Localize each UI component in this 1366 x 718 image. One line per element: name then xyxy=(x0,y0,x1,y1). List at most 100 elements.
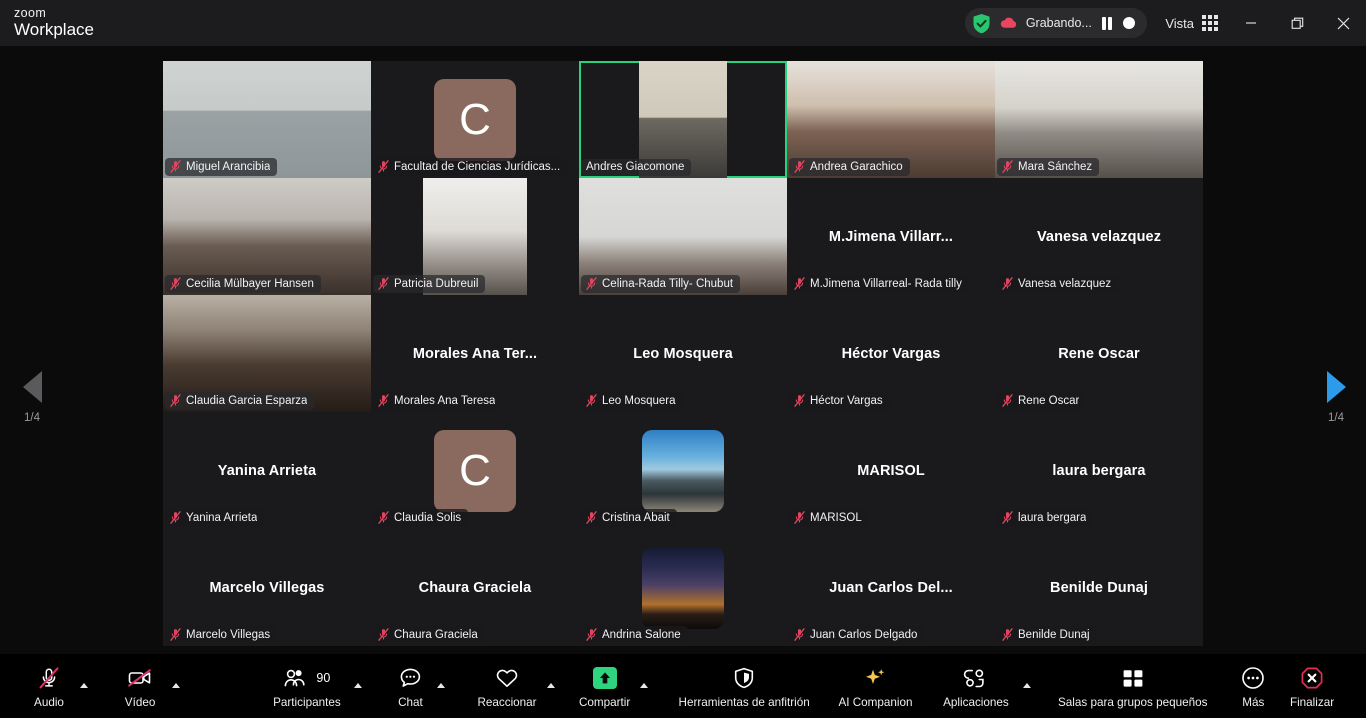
participant-name: Andres Giacomone xyxy=(586,161,685,173)
react-options-button[interactable] xyxy=(541,658,561,714)
mic-muted-icon xyxy=(586,628,597,641)
chat-options-button[interactable] xyxy=(431,658,451,714)
share-label: Compartir xyxy=(578,695,631,709)
participant-tile[interactable]: Cecilia Mülbayer Hansen xyxy=(163,178,371,295)
participant-tile[interactable]: Vanesa velazquez Vanesa velazquez xyxy=(995,178,1203,295)
apps-options-button[interactable] xyxy=(1017,658,1037,714)
participant-tile[interactable]: Juan Carlos Del... Juan Carlos Delgado xyxy=(787,529,995,646)
previous-page-button[interactable]: 1/4 xyxy=(2,371,62,424)
end-meeting-button[interactable]: Finalizar xyxy=(1280,658,1344,714)
share-options-button[interactable] xyxy=(634,658,654,714)
audio-button[interactable]: Audio xyxy=(24,658,74,714)
participant-tile[interactable]: Andres Giacomone xyxy=(579,61,787,178)
breakout-icon-row xyxy=(1120,664,1146,692)
breakout-rooms-button[interactable]: Salas para grupos pequeños xyxy=(1051,658,1215,714)
participant-tile[interactable]: Andrea Garachico xyxy=(787,61,995,178)
apps-button[interactable]: Aplicaciones xyxy=(935,658,1016,714)
chat-button[interactable]: Chat xyxy=(390,658,431,714)
mic-muted-icon xyxy=(794,394,805,407)
participant-tile[interactable]: Morales Ana Ter... Morales Ana Teresa xyxy=(371,295,579,412)
view-label: Vista xyxy=(1165,15,1194,31)
participant-big-name: Chaura Graciela xyxy=(418,579,532,596)
participants-options-button[interactable] xyxy=(348,658,368,714)
participant-name-chip: Vanesa velazquez xyxy=(997,275,1119,293)
participant-tile[interactable]: C Facultad de Ciencias Jurídicas... xyxy=(371,61,579,178)
up-arrow-icon xyxy=(599,671,610,683)
participants-caret-row xyxy=(353,672,362,700)
minimize-button[interactable] xyxy=(1228,0,1274,46)
breakout-rooms-icon xyxy=(1123,669,1143,687)
video-button[interactable]: Vídeo xyxy=(114,658,166,714)
zoom-workplace-logo: zoom Workplace xyxy=(14,7,94,39)
participant-tile[interactable]: Leo Mosquera Leo Mosquera xyxy=(579,295,787,412)
participant-tile[interactable]: Marcelo Villegas Marcelo Villegas xyxy=(163,529,371,646)
avatar-initial: C xyxy=(459,94,491,144)
participant-tile[interactable]: MARISOL MARISOL xyxy=(787,412,995,529)
more-label: Más xyxy=(1242,695,1265,709)
participant-name-chip: Juan Carlos Delgado xyxy=(789,626,925,644)
participant-tile[interactable]: laura bergara laura bergara xyxy=(995,412,1203,529)
host-tools-label: Herramientas de anfitrión xyxy=(678,695,810,709)
participant-tile[interactable]: Chaura Graciela Chaura Graciela xyxy=(371,529,579,646)
pause-recording-button[interactable] xyxy=(1101,16,1113,30)
participant-big-name: Yanina Arrieta xyxy=(217,462,317,479)
participant-name: Rene Oscar xyxy=(1018,394,1080,407)
more-button[interactable]: Más xyxy=(1227,658,1280,714)
mic-muted-icon xyxy=(794,511,805,524)
participant-tile[interactable]: Andrina Salone xyxy=(579,529,787,646)
participant-big-name: Vanesa velazquez xyxy=(1036,228,1162,245)
participant-tile[interactable]: C Claudia Solis xyxy=(371,412,579,529)
audio-options-button[interactable] xyxy=(74,658,94,714)
participant-big-name: M.Jimena Villarr... xyxy=(828,228,954,245)
react-button[interactable]: Reaccionar xyxy=(473,658,540,714)
stop-recording-button[interactable] xyxy=(1123,17,1136,29)
end-call-icon xyxy=(1300,666,1324,690)
participant-tile[interactable]: Benilde Dunaj Benilde Dunaj xyxy=(995,529,1203,646)
participant-tile[interactable]: Celina-Rada Tilly- Chubut xyxy=(579,178,787,295)
participant-tile[interactable]: M.Jimena Villarr... M.Jimena Villarreal- … xyxy=(787,178,995,295)
video-options-button[interactable] xyxy=(166,658,186,714)
participant-name: MARISOL xyxy=(810,511,862,524)
share-button[interactable]: Compartir xyxy=(575,658,634,714)
mic-muted-icon xyxy=(1002,160,1013,173)
mic-muted-icon xyxy=(794,628,805,641)
participant-avatar-photo xyxy=(642,546,724,629)
participant-name-chip: Leo Mosquera xyxy=(581,392,683,410)
close-button[interactable] xyxy=(1320,0,1366,46)
ai-icon-row xyxy=(862,664,888,692)
microphone-muted-icon xyxy=(39,666,59,688)
mic-muted-icon xyxy=(794,277,805,290)
end-icon-row xyxy=(1300,664,1324,692)
mic-muted-icon xyxy=(794,160,805,173)
host-tools-button[interactable]: Herramientas de anfitrión xyxy=(675,658,814,714)
participant-tile[interactable]: Cristina Abait xyxy=(579,412,787,529)
next-page-button[interactable]: 1/4 xyxy=(1306,371,1366,424)
participant-tile[interactable]: Claudia Garcia Esparza xyxy=(163,295,371,412)
mic-muted-icon xyxy=(1002,394,1013,407)
participant-tile[interactable]: Miguel Arancibia xyxy=(163,61,371,178)
participant-tile[interactable]: Rene Oscar Rene Oscar xyxy=(995,295,1203,412)
participant-tile[interactable]: Héctor Vargas Héctor Vargas xyxy=(787,295,995,412)
participant-name-chip: MARISOL xyxy=(789,509,869,527)
apps-icon-row xyxy=(962,664,990,692)
mic-muted-icon xyxy=(378,511,389,524)
view-button[interactable]: Vista xyxy=(1155,8,1228,38)
participant-name-chip: Andres Giacomone xyxy=(581,159,692,176)
restore-button[interactable] xyxy=(1274,0,1320,46)
host-tools-icon-row xyxy=(732,664,756,692)
breakout-rooms-label: Salas para grupos pequeños xyxy=(1057,695,1208,709)
mic-muted-icon xyxy=(1002,628,1013,641)
mic-muted-icon xyxy=(378,394,389,407)
chat-caret-row xyxy=(437,672,446,700)
react-icon-row xyxy=(494,664,520,692)
participant-tile[interactable]: Patricia Dubreuil xyxy=(371,178,579,295)
ai-companion-button[interactable]: AI Companion xyxy=(828,658,923,714)
participant-name-chip: Rene Oscar xyxy=(997,392,1087,410)
participant-tile[interactable]: Yanina Arrieta Yanina Arrieta xyxy=(163,412,371,529)
participant-big-name: Leo Mosquera xyxy=(633,345,733,362)
participants-button[interactable]: 90 Participantes xyxy=(266,658,347,714)
participant-tile[interactable]: Mara Sánchez xyxy=(995,61,1203,178)
participant-name-chip: Yanina Arrieta xyxy=(165,509,265,527)
chevron-up-icon xyxy=(546,682,555,688)
participant-name-chip: Andrea Garachico xyxy=(789,158,910,176)
